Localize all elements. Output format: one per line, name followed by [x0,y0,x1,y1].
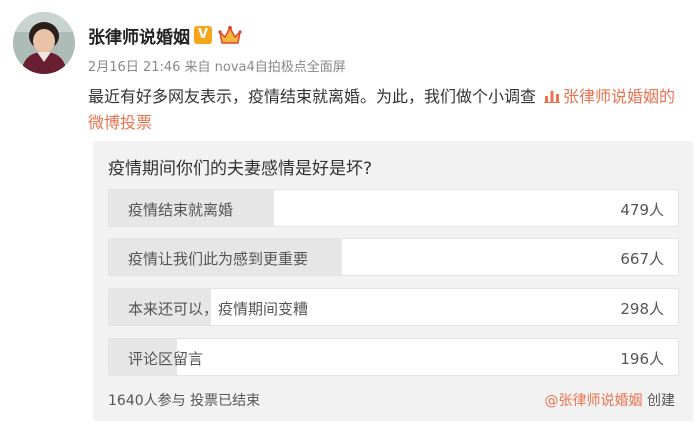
poll-option[interactable]: 评论区留言 196人 [108,338,679,376]
poll-option-count: 196人 [620,350,664,368]
poll-option-count: 479人 [620,201,664,219]
author-name[interactable]: 张律师说婚姻 [88,23,190,48]
poll-option-label: 疫情让我们此为感到更重要 [128,250,309,268]
poll-card: 疫情期间你们的夫妻感情是好是坏? 疫情结束就离婚 479人 疫情让我们此为感到更… [93,141,693,421]
poll-status: 1640人参与 投票已结束 [108,393,261,409]
post-body: 最近有好多网友表示，疫情结束就离婚。为此，我们做个小调查 张律师说婚姻的微博投票 [88,84,688,136]
creator-link[interactable]: @张律师说婚姻 [545,393,643,409]
poll-option-count: 298人 [620,300,664,318]
poll-option-label: 疫情结束就离婚 [128,201,234,219]
poll-option[interactable]: 疫情结束就离婚 479人 [108,189,679,227]
post-text: 最近有好多网友表示，疫情结束就离婚。为此，我们做个小调查 [88,87,537,106]
avatar-photo [13,12,75,74]
avatar[interactable] [13,12,75,74]
verified-badge-icon: V [194,26,212,44]
creator-suffix: 创建 [642,393,675,409]
poll-option-count: 667人 [620,250,664,268]
crown-badge-icon [218,26,242,44]
post-meta: 2月16日 21:46 来自 nova4自拍极点全面屏 [88,60,346,75]
poll-option[interactable]: 本来还可以，疫情期间变糟 298人 [108,288,679,326]
poll-option-label: 评论区留言 [128,350,204,368]
poll-question: 疫情期间你们的夫妻感情是好是坏? [108,159,373,179]
poll-creator: @张律师说婚姻 创建 [545,390,675,410]
poll-option-label: 本来还可以，疫情期间变糟 [128,300,309,318]
poll-link-icon [544,91,561,103]
poll-option[interactable]: 疫情让我们此为感到更重要 667人 [108,238,679,276]
